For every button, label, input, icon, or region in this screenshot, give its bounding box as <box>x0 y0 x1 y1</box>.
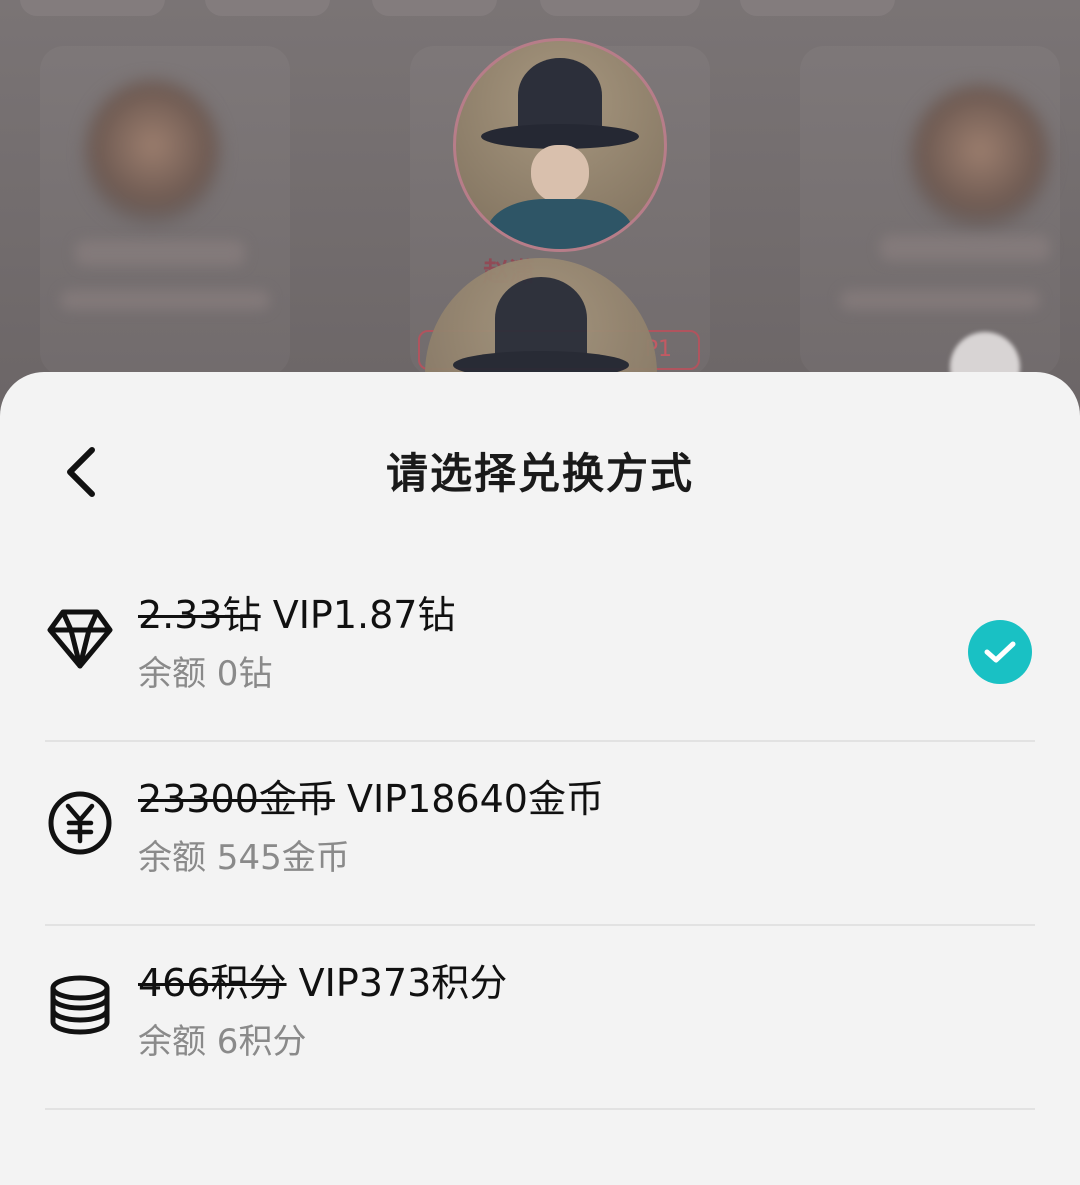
option-price-line: 466积分 VIP373积分 <box>138 952 507 1007</box>
bg-tab-chip <box>20 0 165 16</box>
balance-label: 余额 6积分 <box>138 1022 307 1062</box>
yen-coin-icon <box>45 788 115 858</box>
original-price: 23300金币 <box>138 777 335 821</box>
selected-check-icon <box>968 620 1032 684</box>
vip-price: VIP373积分 <box>298 961 508 1005</box>
vip-price: VIP18640金币 <box>346 777 604 821</box>
blurred-desc-left <box>60 290 270 310</box>
bg-tab-chip <box>205 0 330 16</box>
background-page: 赵潇 P1 <box>0 0 1080 400</box>
blurred-avatar-left <box>85 80 220 225</box>
coin-stack-icon <box>45 972 115 1042</box>
bg-tab-chip <box>740 0 895 16</box>
blurred-avatar-right <box>910 85 1050 230</box>
blurred-desc-right <box>840 290 1040 310</box>
option-price-line: 2.33钻 VIP1.87钻 <box>138 584 455 639</box>
option-price-line: 23300金币 VIP18640金币 <box>138 768 604 823</box>
diamond-icon <box>45 604 115 674</box>
exchange-method-sheet: 请选择兑换方式 2.33钻 VIP1.87钻 余额 0钻 23300金币 VIP… <box>0 372 1080 1185</box>
vip-price: VIP1.87钻 <box>272 593 456 637</box>
featured-avatar <box>453 38 667 252</box>
balance-label: 余额 0钻 <box>138 654 273 694</box>
option-gold-coins[interactable]: 23300金币 VIP18640金币 余额 545金币 <box>45 742 1035 926</box>
original-price: 466积分 <box>138 961 287 1005</box>
option-diamond[interactable]: 2.33钻 VIP1.87钻 余额 0钻 <box>45 558 1035 742</box>
original-price: 2.33钻 <box>138 593 261 637</box>
balance-label: 余额 545金币 <box>138 838 350 878</box>
blurred-name-left <box>75 240 245 266</box>
sheet-title: 请选择兑换方式 <box>385 449 694 498</box>
bg-tab-chip <box>540 0 700 16</box>
blurred-name-right <box>880 235 1050 261</box>
option-points[interactable]: 466积分 VIP373积分 余额 6积分 <box>45 926 1035 1110</box>
bg-tab-chip <box>372 0 497 16</box>
